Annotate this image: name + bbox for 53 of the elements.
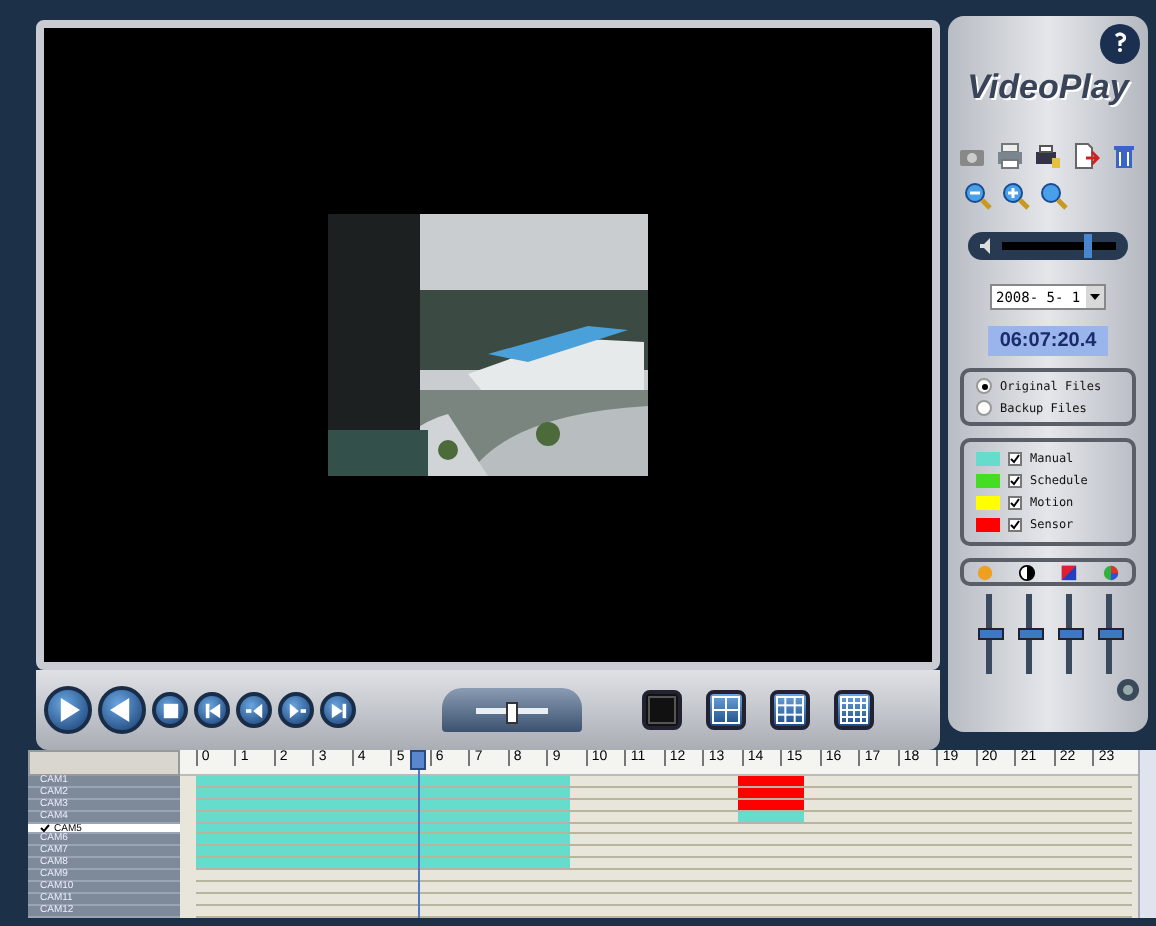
help-button[interactable]: [1100, 24, 1140, 64]
stop-icon: [161, 701, 179, 720]
fast-icon: [287, 701, 305, 720]
app-logo: VideoPlay: [967, 68, 1129, 108]
volume-slider[interactable]: [1083, 234, 1092, 258]
color-square-icon: [1060, 563, 1078, 581]
previous-button[interactable]: [194, 692, 230, 729]
export-icon[interactable]: [1072, 142, 1100, 170]
legend-checkbox[interactable]: [1008, 474, 1022, 488]
contrast-icon: [1018, 563, 1036, 581]
zoom-icon[interactable]: [1040, 182, 1068, 210]
grid-icon: [776, 696, 804, 725]
reverse-play-icon: [110, 698, 134, 723]
play-button[interactable]: [44, 686, 92, 735]
legend-checkbox[interactable]: [1008, 518, 1022, 532]
fast-button[interactable]: [278, 692, 314, 729]
grid-icon: [648, 696, 676, 725]
next-button[interactable]: [320, 692, 356, 729]
sun-icon: [976, 563, 994, 581]
adjust-slider[interactable]: [1097, 628, 1123, 640]
check-icon: [40, 823, 50, 832]
round-knob-icon[interactable]: [1116, 678, 1140, 702]
zoom-out-icon[interactable]: [964, 182, 992, 210]
adjust-slider[interactable]: [1057, 628, 1083, 640]
layout-button[interactable]: [770, 690, 810, 731]
playhead-handle[interactable]: [410, 750, 426, 770]
dropdown-button[interactable]: [1086, 286, 1104, 308]
stop-button[interactable]: [152, 692, 188, 729]
caret-icon: [1090, 294, 1100, 300]
print-icon[interactable]: [996, 142, 1024, 170]
time-display: 06:07:20.4: [988, 326, 1108, 356]
color-wheel-icon: [1102, 563, 1120, 581]
previous-icon: [203, 701, 221, 720]
grid-icon: [712, 696, 740, 725]
grid-icon: [840, 696, 868, 725]
layout-button[interactable]: [706, 690, 746, 731]
zoom-in-icon[interactable]: [1002, 182, 1030, 210]
slow-button[interactable]: [236, 692, 272, 729]
trash-icon[interactable]: [1110, 142, 1138, 170]
scrollbar[interactable]: [1138, 750, 1156, 918]
slow-icon: [245, 701, 263, 720]
adjust-slider[interactable]: [977, 628, 1003, 640]
adjust-slider[interactable]: [1017, 628, 1043, 640]
speaker-icon: [980, 238, 996, 254]
legend-checkbox[interactable]: [1008, 496, 1022, 510]
layout-button[interactable]: [834, 690, 874, 731]
speed-slider[interactable]: [506, 701, 518, 724]
next-icon: [329, 701, 347, 720]
reverse-play-button[interactable]: [98, 686, 146, 735]
legend-checkbox[interactable]: [1008, 452, 1022, 466]
play-icon: [56, 698, 80, 723]
layout-button[interactable]: [642, 690, 682, 731]
printer-settings-icon[interactable]: [1034, 142, 1062, 170]
